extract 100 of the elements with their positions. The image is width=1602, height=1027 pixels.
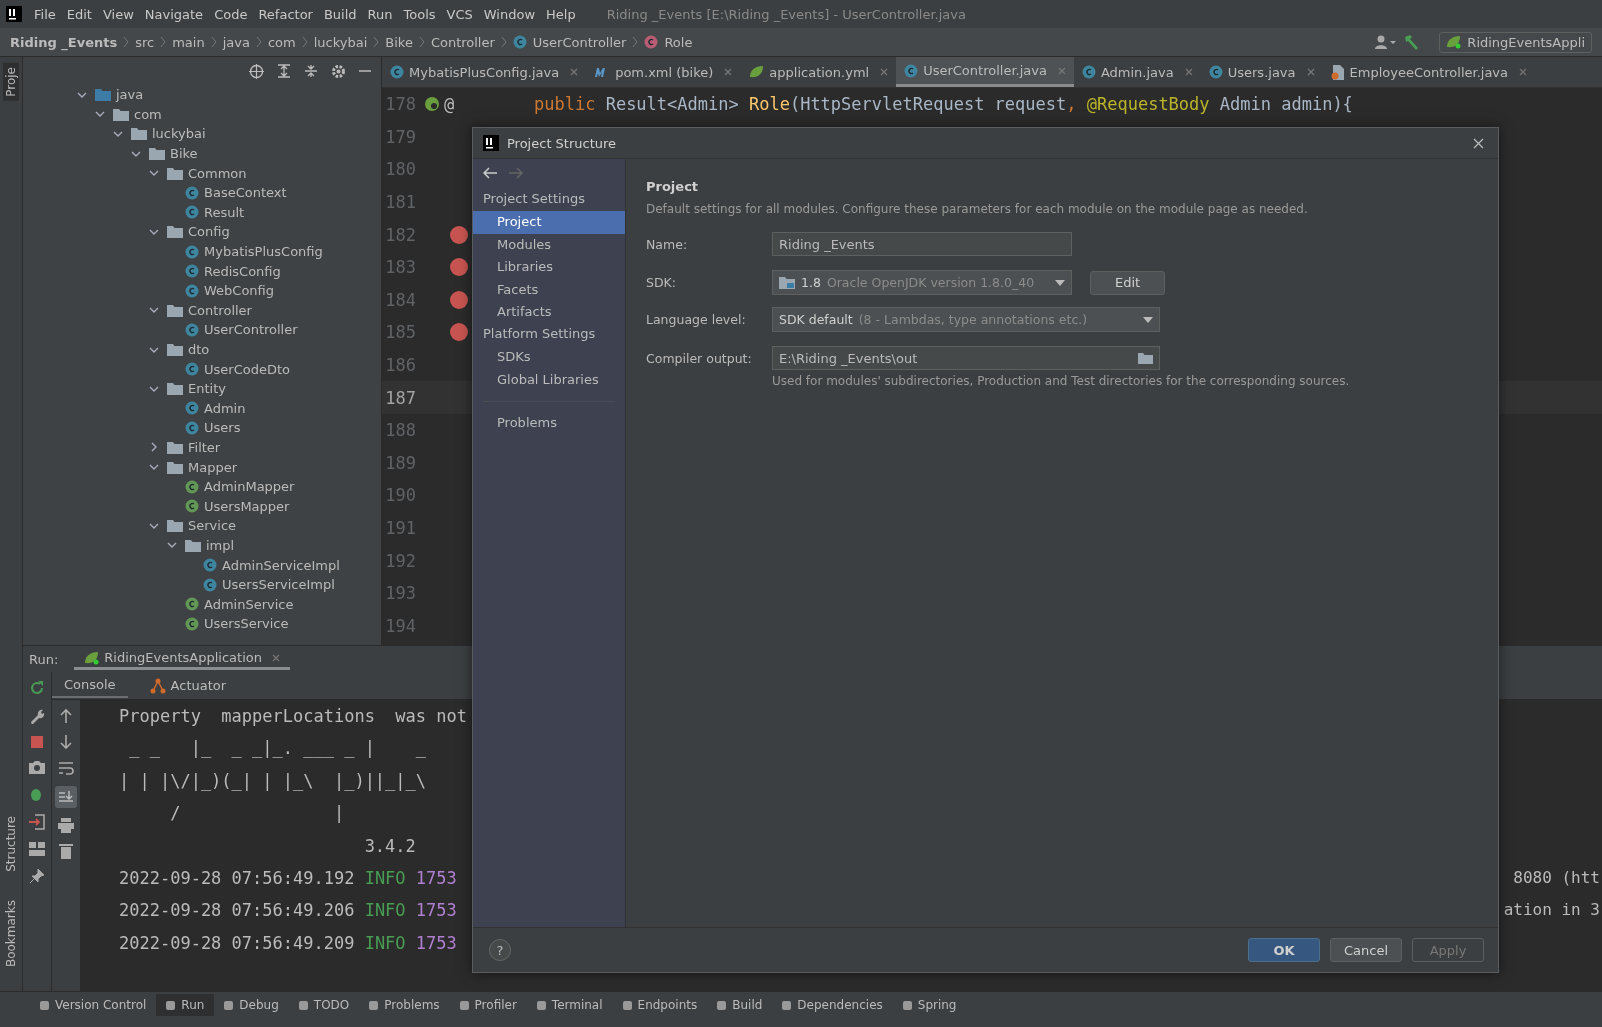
tree-item[interactable]: luckybai xyxy=(152,126,206,142)
nav-item[interactable]: Facets xyxy=(473,278,625,302)
breadcrumb-item[interactable]: com xyxy=(267,34,296,50)
menu-item[interactable]: Code xyxy=(214,6,256,22)
breadcrumb-item[interactable]: luckybai xyxy=(313,34,368,50)
breadcrumb-item[interactable]: Controller xyxy=(430,34,495,50)
tree-item[interactable]: dto xyxy=(188,342,210,357)
menu-item[interactable]: VCS xyxy=(446,6,481,22)
name-field[interactable]: Riding _Events xyxy=(772,232,1072,256)
nav-item[interactable]: Artifacts xyxy=(473,301,625,324)
description: Default settings for all modules. Configure these parameters for each module on the module page as needed. xyxy=(646,202,1309,216)
nav-item[interactable]: Global Libraries xyxy=(473,368,625,392)
tree-item[interactable]: Controller xyxy=(188,302,252,318)
line-number: 184 xyxy=(384,289,416,310)
edit-button[interactable]: Edit xyxy=(1090,270,1166,295)
compiler-output-field[interactable]: E:\Riding _Events\out xyxy=(772,346,1160,370)
tool-window-button[interactable]: Dependencies xyxy=(772,994,893,1016)
breadcrumb-item[interactable]: src xyxy=(135,34,155,50)
dialog-button[interactable]: Cancel xyxy=(1330,938,1402,962)
tool-window-button[interactable]: Run xyxy=(156,994,215,1016)
tool-window-button[interactable]: Debug xyxy=(214,994,289,1016)
tool-window-button[interactable]: Version Control xyxy=(30,994,157,1016)
tree-item[interactable]: Mapper xyxy=(188,459,238,475)
tree-item[interactable]: Common xyxy=(188,165,247,181)
tool-window-button[interactable]: Profiler xyxy=(449,994,527,1016)
tree-item[interactable]: java xyxy=(116,87,144,103)
menu-item[interactable]: Run xyxy=(367,6,401,22)
editor-tab[interactable]: application.yml xyxy=(740,57,897,87)
tree-item[interactable]: WebConfig xyxy=(204,283,275,299)
breadcrumb-item[interactable]: UserController xyxy=(532,34,627,50)
run-tab[interactable]: RidingEventsApplication xyxy=(74,648,290,670)
tree-item[interactable]: impl xyxy=(206,537,235,553)
tool-window-button[interactable]: Endpoints xyxy=(612,994,708,1016)
tool-window-tab[interactable]: Bookmarks xyxy=(3,895,19,971)
tree-item[interactable]: BaseContext xyxy=(204,185,287,201)
tree-item[interactable]: Filter xyxy=(188,440,221,455)
console-tab[interactable]: Actuator xyxy=(137,673,239,698)
editor-tab[interactable]: Admin.java xyxy=(1073,57,1201,87)
tree-item[interactable]: Entity xyxy=(188,381,226,397)
tree-item[interactable]: Bike xyxy=(170,146,198,162)
tool-window-button[interactable]: Problems xyxy=(359,994,450,1016)
field-label: Compiler output: xyxy=(646,350,753,366)
menu-item[interactable]: Navigate xyxy=(144,6,212,22)
dialog-button[interactable]: OK xyxy=(1248,938,1320,962)
line-number: 185 xyxy=(384,322,416,343)
menu-item[interactable]: Tools xyxy=(403,6,444,22)
menu-item[interactable]: Refactor xyxy=(258,6,321,22)
nav-item[interactable]: SDKs xyxy=(473,345,625,369)
menu-item[interactable]: Edit xyxy=(66,6,100,22)
tree-item[interactable]: Users xyxy=(204,420,241,436)
help-button[interactable]: ? xyxy=(489,939,511,961)
nav-item[interactable]: Libraries xyxy=(473,256,625,279)
log-text: ation in 3 xyxy=(1503,899,1600,922)
tree-item[interactable]: com xyxy=(134,106,162,122)
sdk-dropdown[interactable]: 1.8 Oracle OpenJDK version 1.8.0_40 xyxy=(772,270,1072,295)
tree-item[interactable]: AdminServiceImpl xyxy=(222,557,340,573)
menu-item[interactable]: File xyxy=(34,6,64,22)
language-level-dropdown[interactable]: SDK default (8 - Lambdas, type annotations etc.) xyxy=(772,307,1160,332)
breadcrumb-item[interactable]: Bike xyxy=(385,34,413,50)
nav-item[interactable]: Project xyxy=(473,211,625,234)
tree-item[interactable]: UsersServiceImpl xyxy=(222,577,335,593)
breadcrumb-item[interactable]: main xyxy=(172,34,205,50)
tree-item[interactable]: RedisConfig xyxy=(204,263,281,279)
tree-item[interactable]: Result xyxy=(204,204,245,220)
menu-item[interactable]: View xyxy=(102,6,142,22)
log-entry: 2022-09-28 07:56:49.209 INFO 1753 xyxy=(119,931,457,955)
tree-item[interactable]: UsersService xyxy=(204,616,289,632)
tree-item[interactable]: UsersMapper xyxy=(204,498,290,514)
tree-item[interactable]: UserCodeDto xyxy=(204,361,290,377)
nav-item[interactable]: Modules xyxy=(473,233,625,257)
console-tab[interactable]: Console xyxy=(52,673,128,698)
breadcrumb-item[interactable]: Role xyxy=(664,34,693,50)
editor-tab[interactable]: pom.xml (bike) xyxy=(586,57,741,87)
tool-window-button[interactable]: Spring xyxy=(892,994,967,1016)
editor-tab[interactable]: MybatisPlusConfig.java xyxy=(382,57,587,87)
tree-item[interactable]: UserController xyxy=(204,322,298,338)
editor-tab[interactable]: UserController.java xyxy=(896,57,1074,87)
breadcrumb-item[interactable]: Riding _Events xyxy=(10,34,118,50)
tool-window-button[interactable]: TODO xyxy=(288,994,360,1016)
tool-window-button[interactable]: Terminal xyxy=(526,994,613,1016)
tree-item[interactable]: AdminMapper xyxy=(204,479,295,495)
tree-item[interactable]: Admin xyxy=(204,400,246,416)
editor-tab[interactable]: EmployeeController.java xyxy=(1322,57,1536,87)
tree-item[interactable]: AdminService xyxy=(204,596,294,612)
nav-item[interactable]: Problems xyxy=(473,412,625,435)
tool-window-button[interactable]: Build xyxy=(707,994,773,1016)
editor-tab[interactable]: Users.java xyxy=(1200,57,1323,87)
nav-section: Platform Settings xyxy=(473,323,625,346)
tree-item[interactable]: MybatisPlusConfig xyxy=(204,244,323,260)
menu-item[interactable]: Build xyxy=(323,6,365,22)
run-configuration[interactable]: RidingEventsAppli xyxy=(1439,31,1592,53)
menu-item[interactable]: Help xyxy=(546,6,584,22)
tool-window-tab[interactable]: Proje xyxy=(3,63,19,101)
breadcrumb-item[interactable]: java xyxy=(222,34,250,50)
tree-item[interactable]: Config xyxy=(188,224,230,240)
tree-item[interactable]: Service xyxy=(188,518,237,534)
line-number: 188 xyxy=(384,420,416,441)
annotation-marker[interactable]: @ xyxy=(444,94,455,115)
menu-item[interactable]: Window xyxy=(483,6,544,22)
tool-window-tab[interactable]: Structure xyxy=(3,812,19,876)
